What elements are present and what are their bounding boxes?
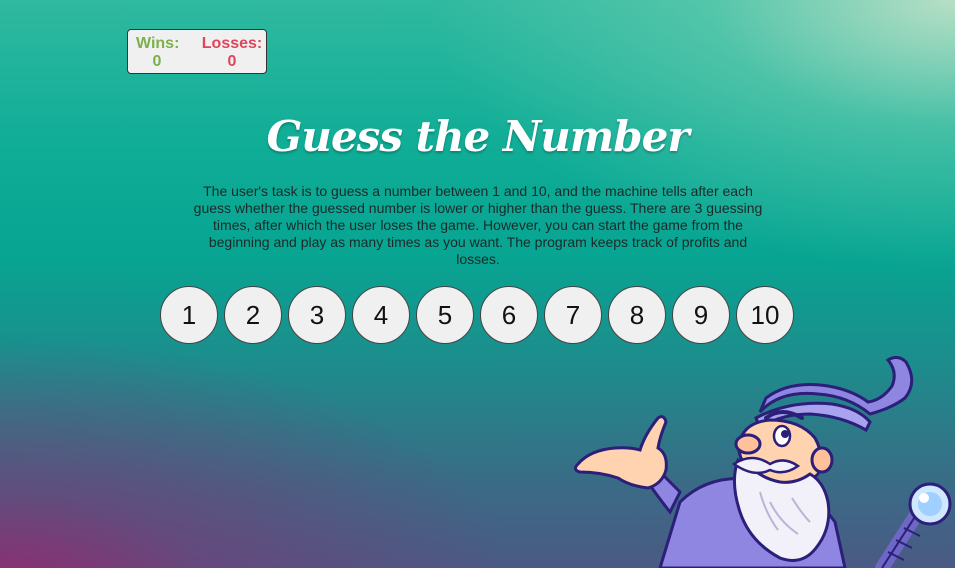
losses-label: Losses:: [201, 35, 263, 52]
number-button-8[interactable]: 8: [608, 286, 666, 344]
wins-counter: Wins: 0: [136, 35, 180, 71]
losses-value: 0: [227, 53, 237, 70]
number-button-3[interactable]: 3: [288, 286, 346, 344]
wins-label: Wins:: [136, 35, 180, 52]
game-title: Guess the Number: [266, 112, 690, 161]
number-button-10[interactable]: 10: [736, 286, 794, 344]
number-button-4[interactable]: 4: [352, 286, 410, 344]
losses-counter: Losses: 0: [201, 35, 263, 71]
wizard-illustration: [573, 355, 952, 568]
number-button-1[interactable]: 1: [160, 286, 218, 344]
number-button-7[interactable]: 7: [544, 286, 602, 344]
number-button-2[interactable]: 2: [224, 286, 282, 344]
number-buttons: 1 2 3 4 5 6 7 8 9 10: [160, 286, 800, 346]
number-button-9[interactable]: 9: [672, 286, 730, 344]
number-button-5[interactable]: 5: [416, 286, 474, 344]
scoreboard: Wins: 0 Losses: 0: [127, 29, 267, 74]
game-description: The user's task is to guess a number bet…: [193, 183, 763, 267]
wins-value: 0: [152, 53, 162, 70]
number-button-6[interactable]: 6: [480, 286, 538, 344]
